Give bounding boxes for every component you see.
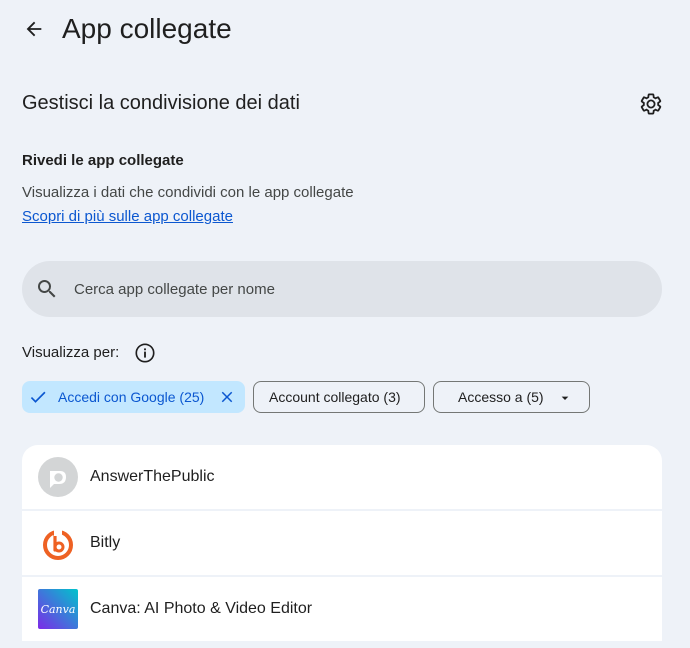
chip-label: Account collegato (3): [269, 389, 401, 405]
search-bar: [22, 261, 662, 317]
canva-logo-icon: Canva: [38, 589, 78, 629]
bitly-logo-icon: [43, 530, 73, 560]
view-by-label: Visualizza per:: [22, 344, 120, 361]
section-title: Gestisci la condivisione dei dati: [22, 92, 300, 114]
filter-chip-access-to[interactable]: Accesso a (5): [433, 381, 590, 413]
app-item-bitly[interactable]: Bitly: [22, 511, 662, 575]
caret-down-icon: [561, 396, 569, 400]
learn-more-link[interactable]: Scopri di più sulle app collegate: [22, 207, 233, 227]
back-button[interactable]: [19, 14, 49, 44]
canva-logo-text: Canva: [41, 603, 76, 616]
filter-chip-sign-in-with-google[interactable]: Accedi con Google (25): [22, 381, 245, 413]
app-name: Canva: AI Photo & Video Editor: [90, 600, 313, 617]
search-icon: [38, 280, 56, 298]
info-icon[interactable]: [134, 342, 156, 364]
close-icon[interactable]: [218, 388, 236, 406]
app-item-answerthepublic[interactable]: AnswerThePublic: [22, 445, 662, 509]
arrow-back-icon: [26, 21, 42, 37]
chip-label: Accedi con Google (25): [58, 389, 205, 405]
filter-chip-linked-account[interactable]: Account collegato (3): [253, 381, 425, 413]
settings-button[interactable]: [637, 90, 665, 118]
connected-apps-list: AnswerThePublic Bitly Canva Canva: AI Ph…: [22, 445, 662, 643]
review-heading: Rivedi le app collegate: [22, 152, 184, 169]
app-name: Bitly: [90, 534, 121, 551]
check-icon: [30, 391, 46, 403]
search-input[interactable]: [74, 261, 644, 317]
app-item-canva[interactable]: Canva Canva: AI Photo & Video Editor: [22, 577, 662, 641]
page-title: App collegate: [62, 13, 232, 44]
review-description: Visualizza i dati che condividi con le a…: [22, 184, 354, 201]
answerthepublic-logo-icon: [38, 457, 78, 497]
top-bar: App collegate: [0, 0, 690, 60]
gear-icon: [640, 93, 662, 115]
app-name: AnswerThePublic: [90, 468, 215, 485]
chip-label: Accesso a (5): [458, 389, 544, 405]
